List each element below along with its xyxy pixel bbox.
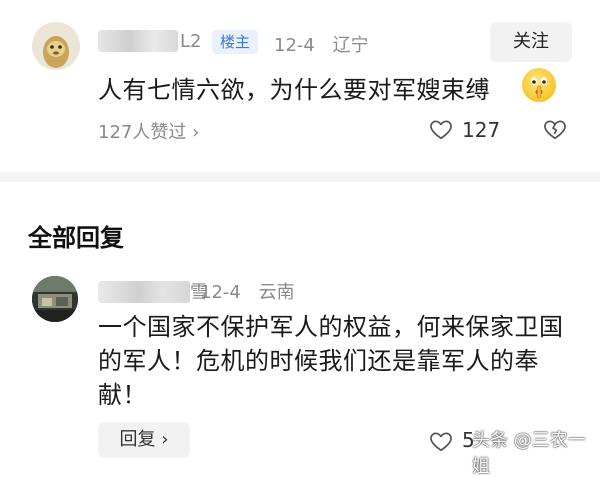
username-mosaic: [98, 281, 190, 303]
reply-location: 云南: [258, 282, 295, 303]
op-badge: 楼主: [212, 30, 259, 54]
comment-date: 12-4: [274, 35, 315, 56]
reply-text: 一个国家不保护军人的权益，何来保家卫国的军人！危机的时候我们还是靠军人的奉献！: [98, 313, 564, 409]
section-divider: [0, 172, 600, 182]
comment-text: 人有七情六欲，为什么要对军嫂束缚: [98, 76, 490, 104]
avatar[interactable]: [32, 22, 80, 70]
comment-location: 辽宁: [332, 35, 369, 56]
reply-date: 12-4: [200, 282, 241, 303]
comment-meta: 12-4 辽宁: [274, 31, 369, 57]
username[interactable]: L2: [98, 30, 201, 52]
username-mosaic: [98, 30, 178, 52]
follow-button[interactable]: 关注: [490, 22, 572, 62]
likes-list-link[interactable]: 127人赞过 ›: [98, 118, 199, 144]
reply-username[interactable]: 雪: [98, 278, 208, 304]
replies-section-title: 全部回复: [28, 224, 124, 252]
reply-meta: 12-4 云南: [200, 278, 295, 304]
heart-icon[interactable]: [428, 428, 454, 458]
broken-heart-icon[interactable]: [542, 116, 568, 146]
reply-avatar[interactable]: [32, 276, 78, 322]
watermark: 头条 @三农一姐: [472, 430, 586, 477]
heart-icon[interactable]: [428, 116, 454, 146]
username-visible-text: L2: [180, 31, 202, 52]
reply-button[interactable]: 回复 ›: [98, 422, 190, 458]
shushing-face-icon: [522, 68, 556, 102]
like-count: 127: [462, 118, 501, 142]
